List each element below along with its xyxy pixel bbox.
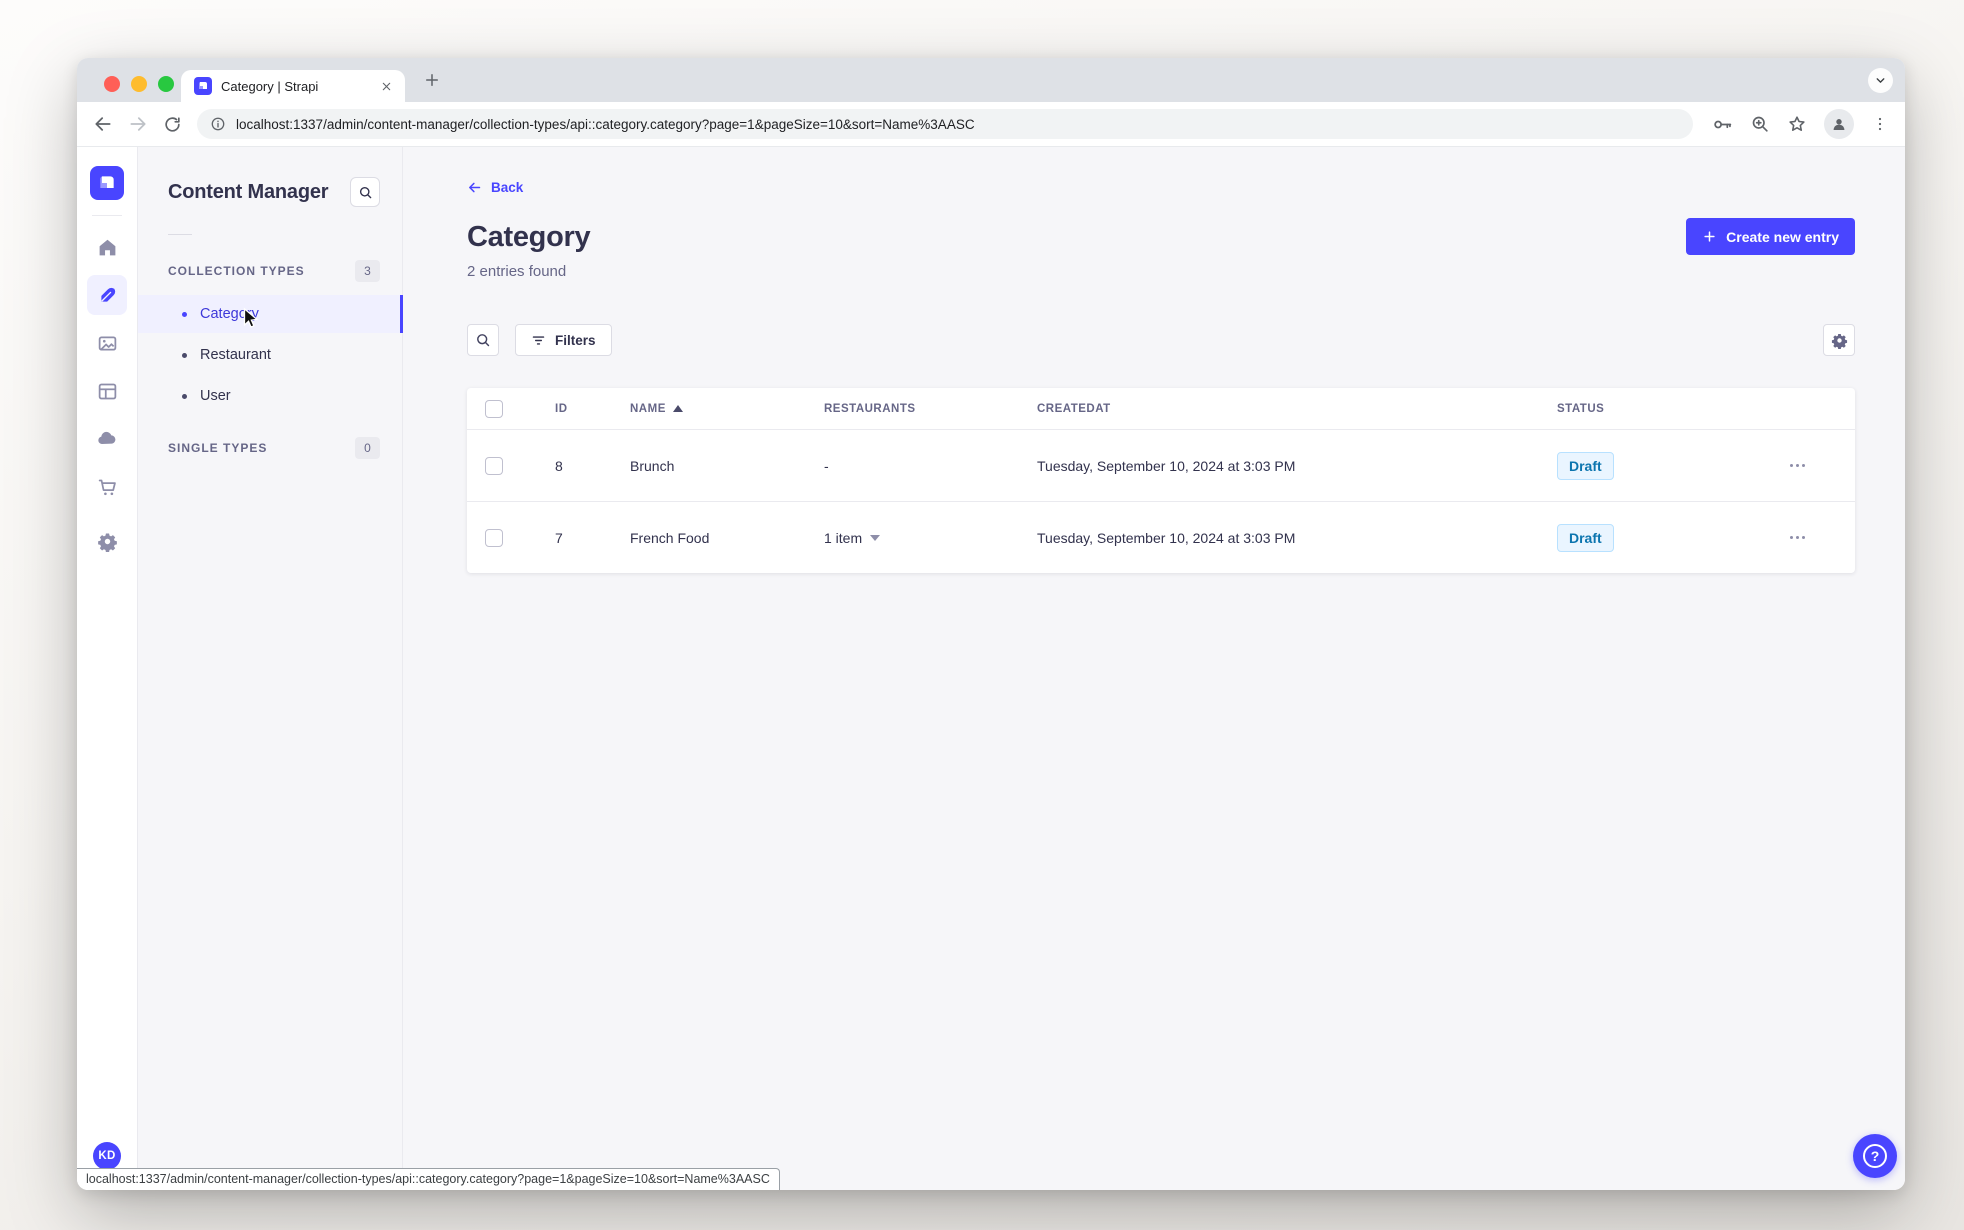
row-checkbox[interactable] bbox=[485, 528, 503, 547]
filters-button[interactable]: Filters bbox=[515, 324, 612, 357]
cell-name: Brunch bbox=[630, 457, 675, 474]
cell-restaurants[interactable]: 1 item bbox=[824, 530, 1037, 546]
sidebar-search-button[interactable] bbox=[350, 177, 380, 207]
back-link[interactable]: Back bbox=[467, 180, 523, 195]
bullet-icon bbox=[182, 311, 187, 317]
column-header-restaurants: RESTAURANTS bbox=[824, 402, 916, 415]
cell-createdat: Tuesday, September 10, 2024 at 3:03 PM bbox=[1037, 457, 1296, 474]
nav-content-type-builder-icon[interactable] bbox=[87, 371, 127, 411]
user-avatar[interactable]: KD bbox=[93, 1142, 121, 1170]
cell-restaurants: - bbox=[824, 457, 829, 474]
chevron-down-icon bbox=[870, 534, 881, 541]
table-row[interactable]: 8 Brunch - Tuesday, September 10, 2024 a… bbox=[467, 429, 1855, 501]
table-header-row: ID NAME RESTAURANTS CREATEDAT STATUS bbox=[467, 388, 1855, 429]
create-new-entry-button[interactable]: Create new entry bbox=[1686, 218, 1855, 255]
forward-button[interactable] bbox=[128, 114, 148, 134]
nav-home-icon[interactable] bbox=[87, 227, 127, 267]
status-badge: Draft bbox=[1557, 523, 1614, 552]
close-window-button[interactable] bbox=[104, 76, 120, 92]
back-button[interactable] bbox=[93, 114, 113, 134]
nav-media-library-icon[interactable] bbox=[87, 323, 127, 363]
reload-button[interactable] bbox=[163, 115, 182, 134]
browser-toolbar: localhost:1337/admin/content-manager/col… bbox=[77, 102, 1905, 147]
status-badge: Draft bbox=[1557, 451, 1614, 480]
sidebar-divider bbox=[168, 234, 192, 235]
rail-divider bbox=[92, 215, 122, 216]
collection-types-count-badge: 3 bbox=[355, 260, 380, 282]
password-key-icon[interactable] bbox=[1712, 114, 1733, 135]
nav-marketplace-cart-icon[interactable] bbox=[87, 467, 127, 507]
url-text: localhost:1337/admin/content-manager/col… bbox=[236, 116, 975, 132]
traffic-lights bbox=[104, 76, 174, 92]
main-content: Back Category 2 entries found Create new… bbox=[403, 147, 1905, 1190]
tab-title: Category | Strapi bbox=[221, 78, 319, 94]
gear-icon bbox=[1831, 333, 1847, 349]
content-manager-sidebar: Content Manager COLLECTION TYPES 3 Categ… bbox=[138, 147, 403, 1190]
single-types-label: SINGLE TYPES bbox=[168, 441, 268, 455]
strapi-favicon-icon bbox=[194, 77, 212, 95]
sidebar-item-label: Category bbox=[200, 306, 259, 322]
cell-name: French Food bbox=[630, 529, 710, 546]
browser-tab[interactable]: Category | Strapi bbox=[181, 70, 405, 102]
sidebar-title: Content Manager bbox=[168, 180, 329, 203]
sidebar-item-label: Restaurant bbox=[200, 347, 271, 363]
select-all-checkbox[interactable] bbox=[485, 399, 503, 418]
help-button[interactable]: ? bbox=[1853, 1134, 1897, 1178]
cell-id: 7 bbox=[555, 529, 563, 546]
minimize-window-button[interactable] bbox=[131, 76, 147, 92]
strapi-admin: KD Content Manager COLLECTION TYPES 3 Ca… bbox=[77, 147, 1905, 1190]
back-label: Back bbox=[491, 180, 524, 195]
bookmark-star-icon[interactable] bbox=[1787, 114, 1807, 134]
entries-count: 2 entries found bbox=[467, 263, 567, 281]
question-mark-icon: ? bbox=[1863, 1144, 1887, 1168]
column-header-createdat: CREATEDAT bbox=[1037, 402, 1111, 415]
nav-deploy-cloud-icon[interactable] bbox=[87, 419, 127, 459]
column-header-name[interactable]: NAME bbox=[630, 403, 824, 415]
main-nav-rail: KD bbox=[77, 147, 138, 1190]
tab-close-button[interactable] bbox=[377, 77, 395, 95]
entries-table: ID NAME RESTAURANTS CREATEDAT STATUS 8 B… bbox=[467, 388, 1855, 574]
sidebar-item-restaurant[interactable]: Restaurant bbox=[138, 336, 402, 374]
nav-settings-gear-icon[interactable] bbox=[87, 521, 127, 561]
view-settings-button[interactable] bbox=[1823, 324, 1855, 357]
cell-createdat: Tuesday, September 10, 2024 at 3:03 PM bbox=[1037, 529, 1296, 546]
strapi-logo[interactable] bbox=[90, 166, 124, 200]
nav-content-manager-icon[interactable] bbox=[87, 275, 127, 315]
sidebar-item-label: User bbox=[200, 388, 231, 404]
single-types-count-badge: 0 bbox=[355, 437, 380, 459]
bullet-icon bbox=[182, 393, 187, 399]
browser-window: Category | Strapi localhost:1337/admin/c… bbox=[77, 58, 1905, 1190]
column-header-status: STATUS bbox=[1557, 402, 1605, 415]
sort-ascending-icon bbox=[672, 405, 683, 413]
tab-search-button[interactable] bbox=[1868, 68, 1893, 93]
browser-menu-kebab-icon[interactable] bbox=[1871, 115, 1889, 133]
column-header-id[interactable]: ID bbox=[555, 403, 630, 415]
page-title: Category bbox=[467, 221, 591, 253]
row-actions-button[interactable] bbox=[1757, 464, 1837, 468]
tab-strip: Category | Strapi bbox=[77, 58, 1905, 102]
plus-icon bbox=[1704, 231, 1715, 242]
collection-types-label: COLLECTION TYPES bbox=[168, 264, 305, 278]
browser-profile-avatar[interactable] bbox=[1824, 109, 1854, 139]
search-icon bbox=[477, 334, 490, 347]
search-entries-button[interactable] bbox=[467, 324, 499, 357]
zoom-window-button[interactable] bbox=[158, 76, 174, 92]
url-bar[interactable]: localhost:1337/admin/content-manager/col… bbox=[197, 109, 1693, 139]
toolbar-actions bbox=[1708, 109, 1889, 139]
zoom-search-icon[interactable] bbox=[1750, 114, 1770, 134]
filter-icon bbox=[532, 336, 545, 345]
sidebar-item-user[interactable]: User bbox=[138, 377, 402, 415]
row-checkbox[interactable] bbox=[485, 456, 503, 475]
site-info-icon[interactable] bbox=[210, 116, 226, 132]
table-row[interactable]: 7 French Food 1 item Tuesday, September … bbox=[467, 501, 1855, 573]
link-status-bar: localhost:1337/admin/content-manager/col… bbox=[77, 1168, 780, 1190]
new-tab-button[interactable] bbox=[423, 71, 441, 89]
cell-id: 8 bbox=[555, 457, 563, 474]
row-actions-button[interactable] bbox=[1757, 536, 1837, 540]
bullet-icon bbox=[182, 352, 187, 358]
sidebar-item-category[interactable]: Category bbox=[138, 295, 403, 333]
